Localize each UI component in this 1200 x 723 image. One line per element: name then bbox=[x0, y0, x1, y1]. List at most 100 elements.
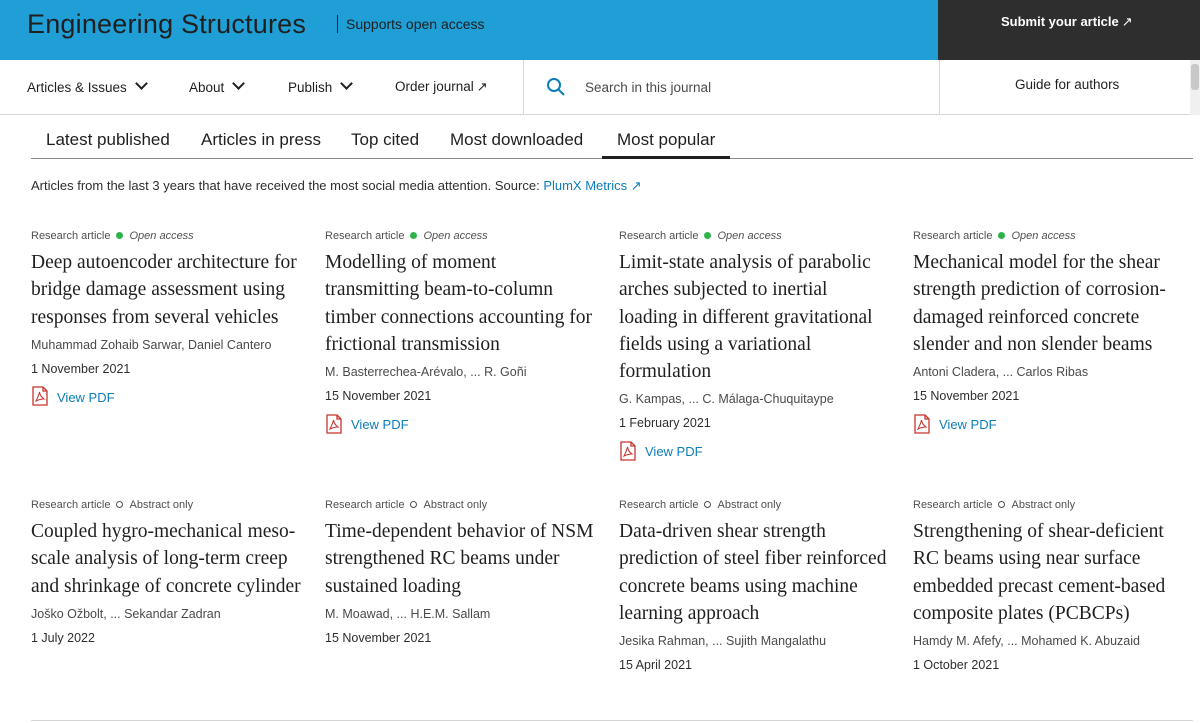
search-icon[interactable] bbox=[546, 77, 566, 97]
article-authors: Joško Ožbolt, ... Sekandar Zadran bbox=[31, 606, 221, 621]
article-title-link[interactable]: Strengthening of shear-deficient RC beam… bbox=[913, 518, 1183, 627]
article-card: Research article Open access Limit-state a… bbox=[619, 229, 889, 462]
article-title-link[interactable]: Deep autoencoder architecture for bridge… bbox=[31, 249, 301, 331]
article-authors: Antoni Cladera, ... Carlos Ribas bbox=[913, 365, 1089, 380]
article-card: Research article Abstract only Data-driven… bbox=[619, 498, 889, 674]
guide-for-authors-link[interactable]: Guide for authors bbox=[1015, 77, 1119, 92]
nav-publish[interactable]: Publish bbox=[288, 77, 354, 95]
article-card: Research article Open access Mechanical mo… bbox=[913, 229, 1183, 435]
journal-nav: Articles & Issues About Publish Order jo… bbox=[0, 60, 1200, 115]
nav-label: Publish bbox=[288, 80, 333, 95]
article-meta: Research article Open access bbox=[325, 229, 595, 243]
article-type: Research article bbox=[619, 499, 699, 511]
journal-title[interactable]: Engineering Structures bbox=[27, 9, 306, 40]
article-tabs: Latest published Articles in press Top c… bbox=[31, 116, 1193, 159]
abstract-only-dot-icon bbox=[998, 501, 1006, 508]
divider bbox=[939, 60, 940, 115]
article-authors: Jesika Rahman, ... Sujith Mangalathu bbox=[619, 634, 827, 649]
access-label: Open access bbox=[129, 230, 194, 242]
article-title-link[interactable]: Modelling of moment transmitting beam-to… bbox=[325, 249, 595, 358]
view-pdf-label: View PDF bbox=[645, 444, 703, 460]
external-link-icon: ↗ bbox=[476, 79, 488, 94]
access-label: Abstract only bbox=[1011, 499, 1076, 511]
plumx-metrics-link[interactable]: PlumX Metrics ↗ bbox=[543, 178, 641, 193]
access-label: Abstract only bbox=[717, 499, 782, 511]
article-title-link[interactable]: Limit-state analysis of parabolic arches… bbox=[619, 249, 889, 385]
scroll-thumb[interactable] bbox=[1191, 64, 1199, 90]
article-date: 1 November 2021 bbox=[31, 361, 131, 376]
search-input[interactable] bbox=[585, 76, 915, 98]
access-label: Open access bbox=[1011, 230, 1076, 242]
article-meta: Research article Open access bbox=[913, 229, 1183, 243]
pdf-icon bbox=[619, 441, 637, 461]
journal-search bbox=[524, 60, 939, 115]
nav-label: Articles & Issues bbox=[27, 80, 127, 95]
submit-article-label: Submit your article bbox=[1001, 14, 1119, 29]
article-authors: Hamdy M. Afefy, ... Mohamed K. Abuzaid bbox=[913, 634, 1140, 649]
view-pdf-link[interactable]: View PDF bbox=[31, 386, 301, 408]
tab-most-popular[interactable]: Most popular bbox=[602, 130, 731, 159]
article-type: Research article bbox=[325, 499, 405, 511]
view-pdf-link[interactable]: View PDF bbox=[325, 414, 595, 435]
nav-order-journal[interactable]: Order journal ↗ bbox=[395, 79, 488, 95]
tab-latest-published[interactable]: Latest published bbox=[31, 130, 185, 159]
article-meta: Research article Abstract only bbox=[31, 498, 301, 512]
article-date: 1 February 2021 bbox=[619, 416, 711, 431]
view-pdf-link[interactable]: View PDF bbox=[913, 414, 1183, 435]
article-type: Research article bbox=[325, 230, 405, 242]
article-meta: Research article Open access bbox=[619, 229, 889, 243]
nav-about[interactable]: About bbox=[189, 77, 246, 95]
article-title-link[interactable]: Mechanical model for the shear strength … bbox=[913, 249, 1183, 358]
external-link-icon: ↗ bbox=[1121, 14, 1133, 29]
pdf-icon bbox=[325, 414, 343, 434]
open-access-tag: Supports open access bbox=[337, 15, 485, 33]
nav-label: Order journal bbox=[395, 79, 474, 94]
article-authors: M. Basterrechea-Arévalo, ... R. Goñi bbox=[325, 365, 527, 380]
open-access-dot-icon bbox=[410, 232, 418, 239]
plumx-link-label: PlumX Metrics bbox=[543, 178, 628, 193]
chevron-down-icon bbox=[232, 77, 246, 90]
tab-most-downloaded[interactable]: Most downloaded bbox=[435, 130, 598, 159]
open-access-dot-icon bbox=[998, 232, 1006, 239]
divider bbox=[31, 720, 1193, 721]
article-date: 15 November 2021 bbox=[913, 389, 1020, 404]
article-card: Research article Open access Modelling of … bbox=[325, 229, 595, 435]
chevron-down-icon bbox=[134, 77, 148, 90]
tab-top-cited[interactable]: Top cited bbox=[336, 130, 434, 159]
access-label: Open access bbox=[423, 230, 488, 242]
view-pdf-label: View PDF bbox=[57, 389, 115, 405]
article-date: 1 July 2022 bbox=[31, 630, 95, 645]
view-pdf-link[interactable]: View PDF bbox=[619, 441, 889, 462]
tab-articles-in-press[interactable]: Articles in press bbox=[186, 130, 336, 159]
chevron-down-icon bbox=[340, 77, 354, 90]
view-pdf-label: View PDF bbox=[351, 417, 409, 433]
article-card: Research article Open access Deep autoenco… bbox=[31, 229, 301, 408]
access-label: Abstract only bbox=[423, 499, 488, 511]
nav-articles-issues[interactable]: Articles & Issues bbox=[27, 77, 148, 95]
article-meta: Research article Abstract only bbox=[619, 498, 889, 512]
access-label: Abstract only bbox=[129, 499, 194, 511]
article-title-link[interactable]: Coupled hygro-mechanical meso-scale anal… bbox=[31, 518, 301, 600]
article-type: Research article bbox=[31, 499, 111, 511]
abstract-only-dot-icon bbox=[704, 501, 712, 508]
article-meta: Research article Abstract only bbox=[325, 498, 595, 512]
open-access-dot-icon bbox=[116, 232, 124, 239]
article-meta: Research article Open access bbox=[31, 229, 301, 243]
article-type: Research article bbox=[913, 230, 993, 242]
article-type: Research article bbox=[913, 499, 993, 511]
abstract-only-dot-icon bbox=[410, 501, 418, 508]
submit-article-button[interactable]: Submit your article ↗ bbox=[938, 0, 1200, 60]
scrollbar[interactable] bbox=[1190, 60, 1200, 115]
abstract-only-dot-icon bbox=[116, 501, 124, 508]
article-authors: Muhammad Zohaib Sarwar, Daniel Cantero bbox=[31, 337, 272, 352]
external-link-icon: ↗ bbox=[630, 178, 642, 193]
article-authors: M. Moawad, ... H.E.M. Sallam bbox=[325, 606, 491, 621]
access-label: Open access bbox=[717, 230, 782, 242]
article-title-link[interactable]: Data-driven shear strength prediction of… bbox=[619, 518, 889, 627]
article-date: 15 November 2021 bbox=[325, 389, 432, 404]
pdf-icon bbox=[913, 414, 931, 434]
pdf-icon bbox=[31, 386, 49, 407]
article-card: Research article Abstract only Time-depend… bbox=[325, 498, 595, 647]
journal-header: Engineering Structures Supports open acc… bbox=[0, 0, 1200, 60]
article-title-link[interactable]: Time-dependent behavior of NSM strengthe… bbox=[325, 518, 595, 600]
